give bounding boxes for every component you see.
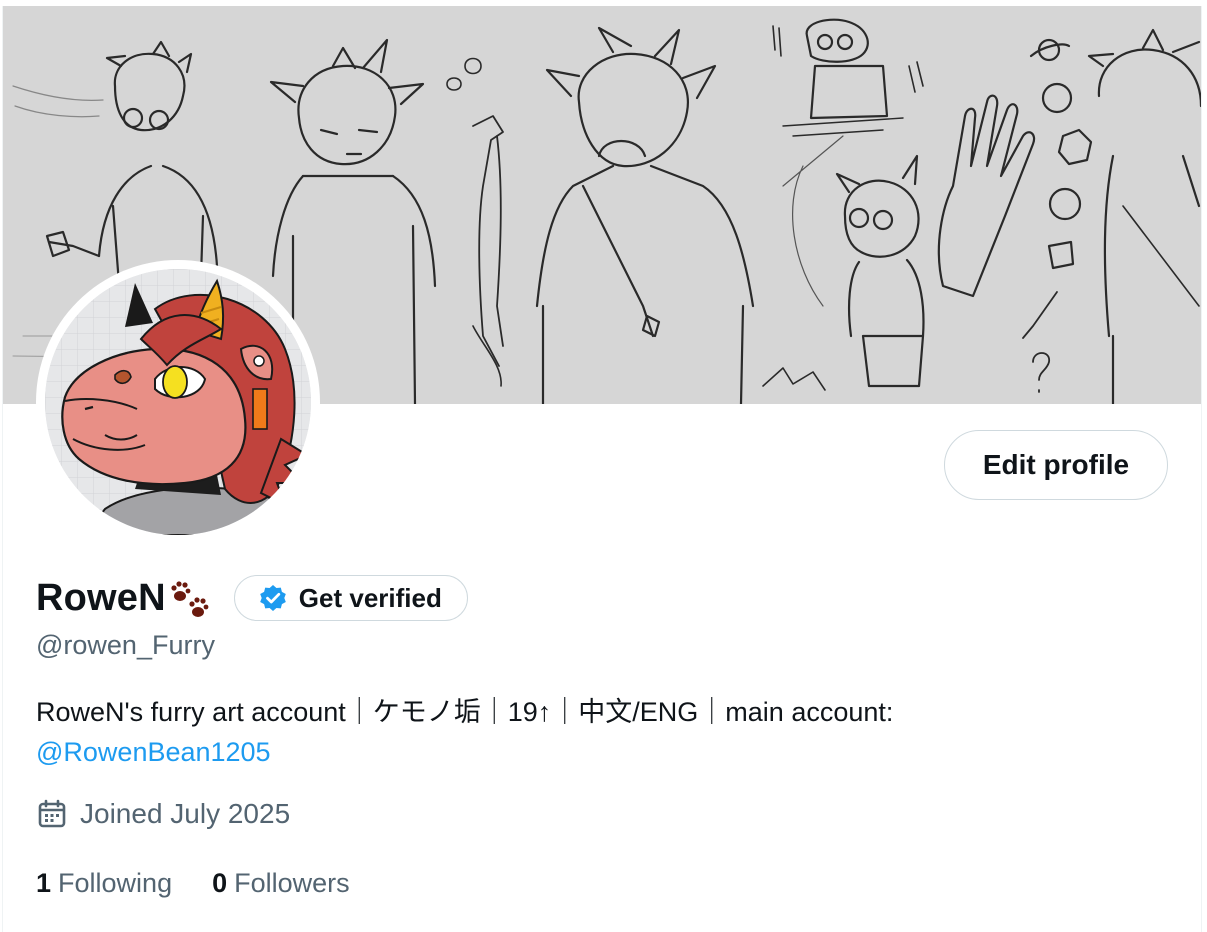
bio-mention-link[interactable]: @RowenBean1205 (36, 737, 271, 767)
paw-prints-icon (171, 581, 209, 617)
following-label: Following (58, 868, 173, 898)
following-link[interactable]: 1 Following (36, 868, 172, 899)
get-verified-label: Get verified (298, 582, 442, 613)
display-name: RoweN (36, 576, 166, 619)
profile-bio: RoweN's furry art account｜ケモノ垢｜19↑｜中文/EN… (36, 692, 1156, 772)
avatar[interactable] (45, 269, 311, 535)
calendar-icon (38, 799, 66, 828)
follow-stats: 1 Following 0 Followers (36, 868, 390, 899)
following-count: 1 (36, 868, 52, 898)
user-handle: @rowen_Furry (36, 630, 215, 660)
followers-count: 0 (212, 868, 228, 898)
bio-text: RoweN's furry art account｜ケモノ垢｜19↑｜中文/EN… (36, 697, 894, 727)
followers-label: Followers (234, 868, 350, 898)
followers-link[interactable]: 0 Followers (212, 868, 350, 899)
name-row: RoweN Get verified (36, 572, 468, 624)
joined-date: Joined July 2025 (36, 798, 290, 830)
avatar-frame[interactable] (36, 260, 320, 544)
get-verified-button[interactable]: Get verified (233, 575, 468, 621)
verified-badge-icon (259, 585, 286, 611)
profile-page: Edit profile RoweN Get verified @rowen_F… (2, 6, 1202, 932)
joined-label: Joined July 2025 (80, 798, 291, 829)
edit-profile-button[interactable]: Edit profile (944, 430, 1168, 500)
